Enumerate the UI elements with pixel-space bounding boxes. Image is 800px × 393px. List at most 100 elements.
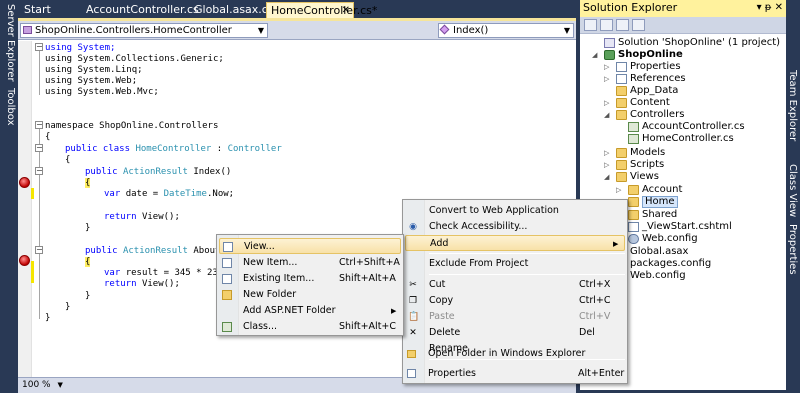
expanded-icon[interactable]: ◢ bbox=[604, 109, 612, 121]
tab-start-page[interactable]: Start Page bbox=[20, 2, 80, 31]
collapsed-icon[interactable]: ▷ bbox=[604, 159, 612, 171]
scissors-icon: ✂ bbox=[409, 280, 417, 290]
tab-global-asax[interactable]: Global.asax.cs bbox=[190, 2, 274, 18]
view-icon bbox=[223, 242, 233, 252]
menu-item-new-folder[interactable]: New Folder bbox=[219, 287, 401, 303]
toolbox-tab[interactable]: Toolbox bbox=[2, 88, 16, 126]
expanded-icon[interactable]: ◢ bbox=[604, 171, 612, 183]
existing-item-icon bbox=[222, 274, 232, 284]
menu-item-label: Check Accessibility... bbox=[429, 221, 528, 232]
menu-item-class[interactable]: Class... Shift+Alt+C bbox=[219, 319, 401, 335]
folder-icon bbox=[628, 210, 639, 220]
tree-item-label: App_Data bbox=[630, 85, 679, 96]
code-text: namespace ShopOnline.Controllers bbox=[45, 121, 219, 131]
code-text: : bbox=[211, 144, 228, 154]
tree-item-label: Scripts bbox=[630, 159, 665, 170]
close-icon[interactable]: ✕ bbox=[342, 3, 350, 18]
code-text: result = 345 * 23; bbox=[125, 268, 224, 278]
expanded-icon[interactable]: ◢ bbox=[592, 49, 600, 61]
code-text: { bbox=[45, 132, 51, 142]
collapse-icon[interactable]: − bbox=[35, 246, 43, 254]
menu-item-paste[interactable]: 📋 Paste Ctrl+V bbox=[405, 309, 625, 325]
collapsed-icon[interactable]: ▷ bbox=[616, 184, 624, 196]
indicator-margin[interactable] bbox=[18, 41, 32, 377]
solution-icon bbox=[604, 38, 615, 48]
code-line: } bbox=[45, 313, 50, 324]
collapse-icon[interactable]: − bbox=[35, 121, 43, 129]
folder-icon bbox=[616, 160, 627, 170]
accessibility-icon: ◉ bbox=[409, 222, 417, 232]
folder-icon bbox=[407, 350, 416, 358]
code-keyword: public bbox=[85, 167, 123, 177]
menu-item-existing-item[interactable]: Existing Item... Shift+Alt+A bbox=[219, 271, 401, 287]
menu-item-open-folder[interactable]: Open Folder in Windows Explorer bbox=[404, 346, 624, 362]
panel-window-buttons[interactable]: ▾ ᵽ ✕ bbox=[757, 0, 783, 16]
menu-item-view[interactable]: View... bbox=[219, 238, 401, 254]
menu-item-cut[interactable]: ✂ Cut Ctrl+X bbox=[405, 277, 625, 293]
right-tool-rail: Team Explorer Class View Properties bbox=[786, 0, 800, 390]
menu-separator bbox=[429, 253, 625, 254]
show-all-files-icon[interactable] bbox=[600, 19, 613, 31]
code-line: var date = DateTime.Now; bbox=[104, 189, 234, 200]
class-dropdown[interactable]: ShopOnline.Controllers.HomeController ▼ bbox=[20, 23, 268, 38]
properties-icon[interactable] bbox=[584, 19, 597, 31]
menu-item-new-item[interactable]: New Item... Ctrl+Shift+A bbox=[219, 255, 401, 271]
menu-item-convert[interactable]: Convert to Web Application bbox=[405, 203, 625, 219]
tree-item-label: Solution 'ShopOnline' (1 project) bbox=[618, 37, 781, 48]
refresh-icon[interactable] bbox=[616, 19, 629, 31]
collapsed-icon[interactable]: ▷ bbox=[604, 73, 612, 85]
menu-item-label: Delete bbox=[429, 327, 461, 338]
code-text: View(); bbox=[141, 212, 180, 222]
code-text: { bbox=[65, 155, 71, 165]
tree-item-label: Content bbox=[630, 97, 670, 108]
breakpoint-icon[interactable] bbox=[19, 255, 30, 266]
code-type: ActionResult bbox=[122, 167, 188, 177]
chevron-down-icon[interactable]: ▼ bbox=[57, 381, 62, 389]
code-line: { bbox=[45, 132, 50, 143]
code-text: .Now; bbox=[206, 189, 235, 199]
collapse-icon[interactable]: − bbox=[35, 43, 43, 51]
zoom-level[interactable]: 100 % bbox=[22, 380, 51, 390]
tab-home-controller[interactable]: HomeController.cs* ✕ bbox=[266, 2, 377, 18]
menu-item-label: Paste bbox=[429, 311, 455, 322]
folder-icon bbox=[616, 98, 627, 108]
menu-item-label: Exclude From Project bbox=[429, 258, 529, 269]
team-explorer-tab[interactable]: Team Explorer bbox=[787, 70, 798, 141]
tree-item-label: Shared bbox=[642, 209, 678, 220]
code-type: ActionResult bbox=[122, 246, 188, 256]
menu-item-add[interactable]: Add ▶ bbox=[405, 235, 625, 251]
menu-item-copy[interactable]: ❐ Copy Ctrl+C bbox=[405, 293, 625, 309]
collapse-icon[interactable]: − bbox=[35, 144, 43, 152]
menu-separator bbox=[429, 274, 625, 275]
class-view-tab[interactable]: Class View bbox=[787, 164, 798, 217]
menu-item-exclude[interactable]: Exclude From Project bbox=[405, 256, 625, 272]
code-keyword: public bbox=[85, 246, 123, 256]
breakpoint-icon[interactable] bbox=[19, 177, 30, 188]
add-submenu: View... New Item... Ctrl+Shift+A Existing… bbox=[216, 234, 404, 336]
config-file-icon bbox=[628, 234, 639, 244]
collapsed-icon[interactable]: ▷ bbox=[604, 97, 612, 109]
tree-item-label: ShopOnline bbox=[618, 49, 683, 60]
properties-tab[interactable]: Properties bbox=[787, 224, 798, 275]
class-icon bbox=[23, 26, 32, 34]
code-line: } bbox=[85, 291, 90, 302]
menu-item-check-accessibility[interactable]: ◉ Check Accessibility... bbox=[405, 219, 625, 235]
submenu-arrow-icon: ▶ bbox=[613, 240, 619, 248]
tree-item-label: Account bbox=[642, 184, 683, 195]
menu-item-label: New Item... bbox=[243, 257, 298, 268]
code-text: using System.Collections.Generic; bbox=[45, 54, 224, 64]
code-line: public ActionResult Index() bbox=[85, 167, 231, 178]
tab-account-controller[interactable]: AccountController.cs bbox=[82, 2, 199, 18]
menu-item-add-aspnet-folder[interactable]: Add ASP.NET Folder ▶ bbox=[219, 303, 401, 319]
member-dropdown[interactable]: Index() ▼ bbox=[438, 23, 574, 38]
tree-item-label: Models bbox=[630, 147, 666, 158]
server-explorer-tab[interactable]: Server Explorer bbox=[2, 4, 16, 82]
collapsed-icon[interactable]: ▷ bbox=[604, 61, 612, 73]
collapse-icon[interactable]: − bbox=[35, 167, 43, 175]
menu-item-delete[interactable]: ✕ Delete Del bbox=[405, 325, 625, 341]
collapsed-icon[interactable]: ▷ bbox=[604, 147, 612, 159]
copy-icon: ❐ bbox=[408, 296, 418, 306]
folder-icon bbox=[628, 185, 639, 195]
view-class-diagram-icon[interactable] bbox=[632, 19, 645, 31]
menu-item-properties[interactable]: Properties Alt+Enter bbox=[404, 366, 624, 382]
